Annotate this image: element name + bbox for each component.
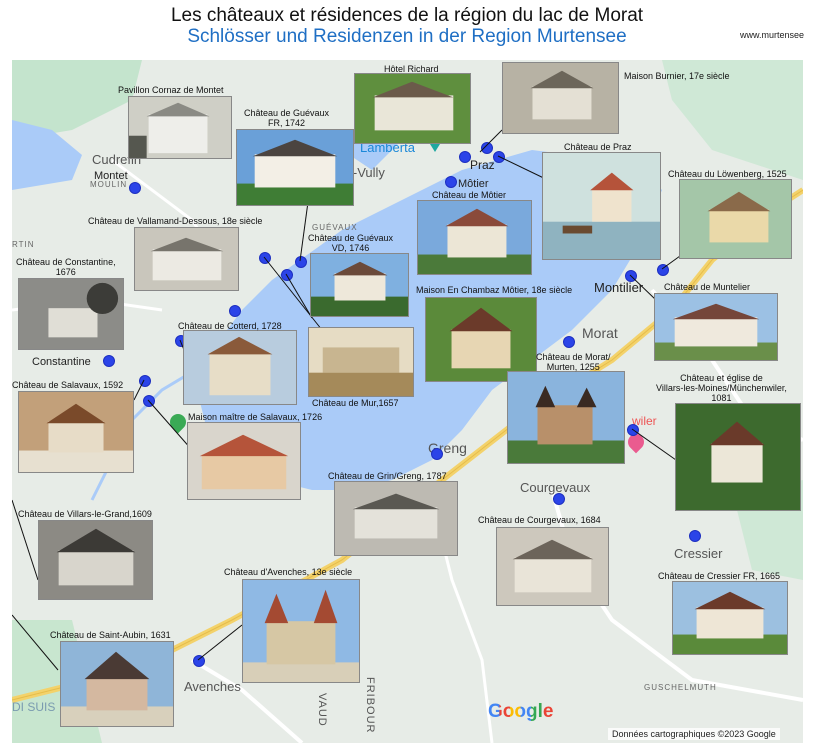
label-salavaux: Château de Salavaux, 1592 xyxy=(12,380,124,390)
location-dot[interactable] xyxy=(481,142,493,154)
photo-en-chambaz[interactable] xyxy=(425,297,537,382)
photo-maison-salavaux[interactable] xyxy=(187,422,301,500)
photo-avenches[interactable] xyxy=(242,579,360,683)
location-dot[interactable] xyxy=(563,336,575,348)
label-guevaux-fr: Château de Guévaux FR, 1742 xyxy=(244,108,330,128)
place-guschelmuth: GUSCHELMUTH xyxy=(644,683,717,692)
label-hotel-richard: Hôtel Richard xyxy=(384,64,439,74)
label-avenches: Château d'Avenches, 13e siècle xyxy=(224,567,353,577)
location-dot[interactable] xyxy=(689,530,701,542)
label-maison-burnier: Maison Burnier, 17e siècle xyxy=(624,71,730,81)
label-vallamand: Château de Vallamand-Dessous, 18e siècle xyxy=(88,216,263,226)
label-muntelier: Château de Muntelier xyxy=(664,282,751,292)
place-moulin: MOULIN xyxy=(90,180,128,189)
photo-constantine[interactable] xyxy=(18,278,124,350)
place-avenches: Avenches xyxy=(184,679,241,694)
location-dot[interactable] xyxy=(445,176,457,188)
website-text[interactable]: www.murtensee xyxy=(740,30,804,40)
photo-lowenberg[interactable] xyxy=(679,179,792,259)
location-dot[interactable] xyxy=(657,264,669,276)
location-dot[interactable] xyxy=(459,151,471,163)
place-constantine: Constantine xyxy=(32,356,91,368)
place-vaud: VAUD xyxy=(316,693,328,727)
label-motier: Château de Môtier xyxy=(432,190,507,200)
place-motier: Môtier xyxy=(458,178,489,190)
photo-hotel-richard[interactable] xyxy=(354,73,471,144)
photo-muntelier[interactable] xyxy=(654,293,778,361)
location-dot[interactable] xyxy=(281,269,293,281)
place-guevaux: GUÉVAUX xyxy=(312,223,358,232)
map-copyright[interactable]: Données cartographiques ©2023 Google xyxy=(608,728,780,740)
place-rtin: RTIN xyxy=(12,240,35,249)
label-mur: Château de Mur,1657 xyxy=(312,398,399,408)
location-dot[interactable] xyxy=(493,151,505,163)
label-constantine: Château de Constantine, 1676 xyxy=(16,257,116,277)
photo-vallamand[interactable] xyxy=(134,227,239,291)
label-guevaux-vd: Château de Guévaux VD, 1746 xyxy=(308,233,394,253)
map-title-french: Les châteaux et résidences de la région … xyxy=(170,5,644,26)
label-lowenberg: Château du Löwenberg, 1525 xyxy=(668,169,787,179)
location-dot[interactable] xyxy=(553,493,565,505)
ferry-icon xyxy=(430,144,440,152)
label-en-chambaz: Maison En Chambaz Môtier, 18e siècle xyxy=(416,285,573,295)
photo-morat[interactable] xyxy=(507,371,625,464)
place-fribour: FRIBOUR xyxy=(364,677,376,734)
label-villars-moines: Château et église de Villars-les-Moines/… xyxy=(656,373,787,403)
location-dot[interactable] xyxy=(627,424,639,436)
place-disuis: DI SUIS xyxy=(12,700,56,714)
label-villars-grand: Château de Villars-le-Grand,1609 xyxy=(18,509,152,519)
photo-guevaux-fr[interactable] xyxy=(236,129,354,206)
photo-guevaux-vd[interactable] xyxy=(310,253,409,317)
photo-praz[interactable] xyxy=(542,152,661,260)
place-morat: Morat xyxy=(582,325,618,341)
location-dot[interactable] xyxy=(259,252,271,264)
location-dot[interactable] xyxy=(295,256,307,268)
label-morat: Château de Morat/ Murten, 1255 xyxy=(536,352,611,372)
place-cressier: Cressier xyxy=(674,546,723,561)
map-title-german: Schlösser und Residenzen in der Region M… xyxy=(187,26,627,47)
location-dot[interactable] xyxy=(139,375,151,387)
location-dot[interactable] xyxy=(625,270,637,282)
photo-grin[interactable] xyxy=(334,481,458,556)
photo-cotterd[interactable] xyxy=(183,330,297,405)
location-dot[interactable] xyxy=(129,182,141,194)
photo-motier[interactable] xyxy=(417,200,532,275)
map-area[interactable]: Cudrefin Montet MOULIN Lamberta Praz Mon… xyxy=(12,60,803,743)
google-logo-text: Google xyxy=(488,701,554,722)
label-cotterd: Château de Cotterd, 1728 xyxy=(178,321,282,331)
photo-villars-grand[interactable] xyxy=(38,520,153,600)
place-courgevaux: Courgevaux xyxy=(520,480,591,495)
label-grin: Château de Grin/Greng, 1787 xyxy=(328,471,447,481)
label-saint-aubin: Château de Saint-Aubin, 1631 xyxy=(50,630,171,640)
place-praz: Praz xyxy=(470,158,495,172)
label-courgevaux: Château de Courgevaux, 1684 xyxy=(478,515,601,525)
location-dot[interactable] xyxy=(193,655,205,667)
label-cressier: Château de Cressier FR, 1665 xyxy=(658,571,781,581)
photo-mur[interactable] xyxy=(308,327,414,397)
photo-villars-moines[interactable] xyxy=(675,403,801,511)
photo-salavaux[interactable] xyxy=(18,391,134,473)
label-pavillon-cornaz: Pavillon Cornaz de Montet xyxy=(118,85,224,95)
photo-pavillon-cornaz[interactable] xyxy=(128,96,232,159)
location-dot[interactable] xyxy=(229,305,241,317)
location-dot[interactable] xyxy=(143,395,155,407)
google-logo: Google xyxy=(488,701,553,723)
photo-saint-aubin[interactable] xyxy=(60,641,174,727)
place-montilier: Montilier xyxy=(594,280,644,295)
location-dot[interactable] xyxy=(103,355,115,367)
photo-cressier[interactable] xyxy=(672,581,788,655)
photo-courgevaux[interactable] xyxy=(496,527,609,606)
label-praz: Château de Praz xyxy=(564,142,632,152)
location-dot[interactable] xyxy=(431,448,443,460)
photo-maison-burnier[interactable] xyxy=(502,62,619,134)
label-maison-salavaux: Maison maître de Salavaux, 1726 xyxy=(188,412,323,422)
